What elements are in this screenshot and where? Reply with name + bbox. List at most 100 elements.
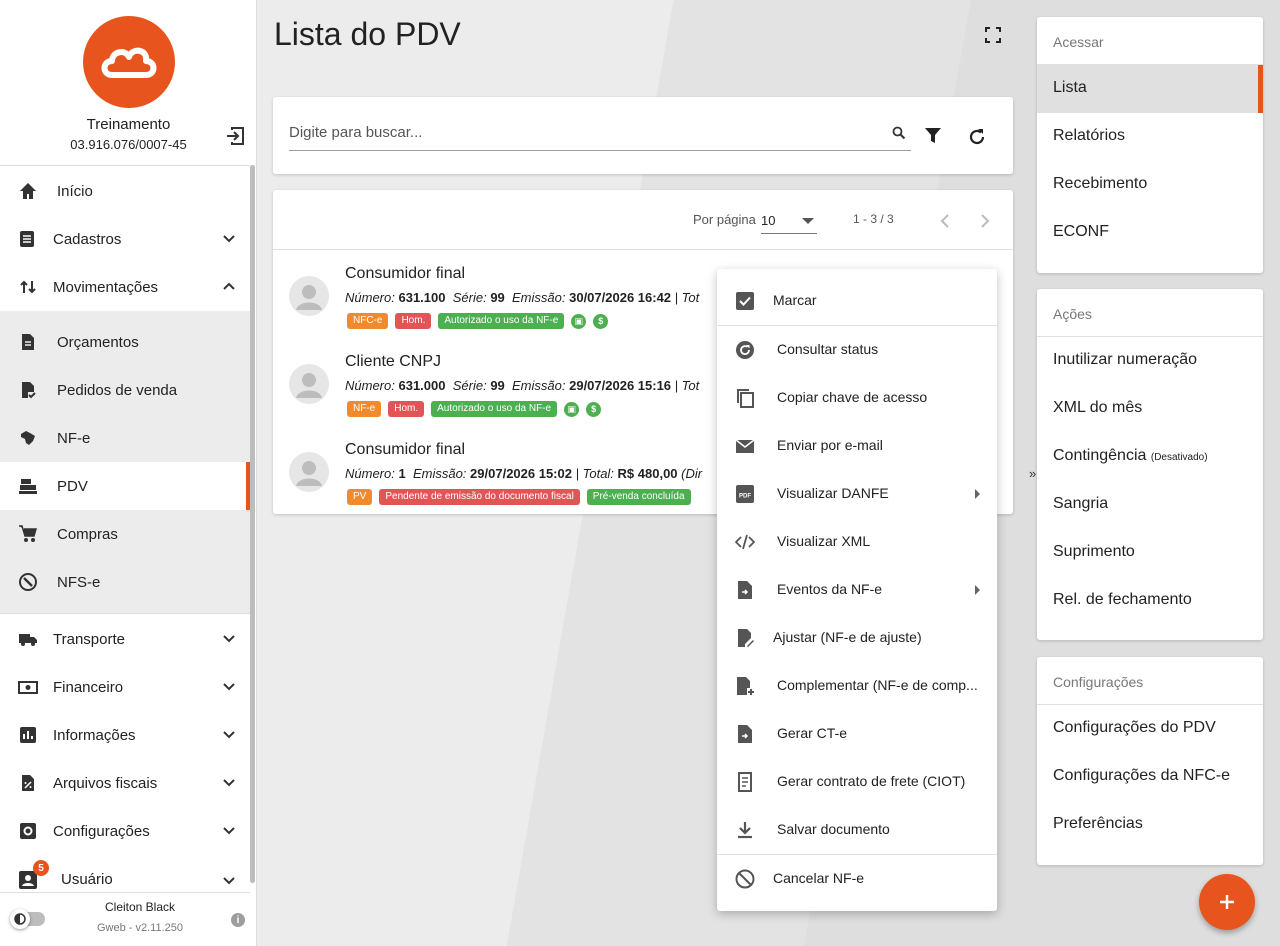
menu-item-label: Gerar contrato de frete (CIOT) — [777, 773, 966, 789]
menu-item-gerar-ciot[interactable]: Gerar contrato de frete (CIOT) — [717, 758, 997, 806]
search-icon[interactable] — [892, 126, 906, 140]
nav-financeiro-label: Financeiro — [53, 678, 124, 696]
menu-item-label: Visualizar DANFE — [777, 485, 889, 501]
block-icon — [735, 869, 755, 889]
menu-item-copiar-chave[interactable]: Copiar chave de acesso — [717, 374, 997, 422]
calendar-badge-icon: ▣ — [571, 313, 587, 329]
cart-icon — [18, 524, 38, 544]
menu-item-visualizar-xml[interactable]: Visualizar XML — [717, 518, 997, 566]
nav-transporte[interactable]: Transporte — [0, 615, 250, 663]
panel-acoes: Ações Inutilizar numeração XML do mês Co… — [1037, 289, 1263, 640]
row-meta: Número: 631.100 Série: 99 Emissão: 30/07… — [345, 290, 700, 305]
nav-arquivos-label: Arquivos fiscais — [53, 774, 158, 792]
collapse-panel-icon[interactable]: » — [1029, 466, 1036, 481]
menu-item-marcar[interactable]: Marcar — [717, 277, 997, 325]
receipt-icon — [735, 772, 755, 792]
sidebar-item-label: PDV — [57, 477, 88, 495]
panel-link-config-pdv[interactable]: Configurações do PDV — [1037, 705, 1263, 753]
next-page-icon[interactable] — [977, 212, 993, 230]
percent-file-icon — [18, 773, 38, 793]
divider — [0, 613, 250, 614]
notification-badge: 5 — [33, 860, 49, 876]
per-page-value: 10 — [761, 213, 776, 228]
nav-movimentacoes[interactable]: Movimentações — [0, 263, 250, 311]
nav-inicio[interactable]: Início — [0, 167, 250, 215]
switch-company-icon[interactable] — [224, 126, 246, 146]
dollar-badge-icon: $ — [593, 313, 609, 329]
panel-link-contingencia[interactable]: Contingência (Desativado) — [1037, 433, 1263, 481]
menu-item-gerar-cte[interactable]: Gerar CT-e — [717, 710, 997, 758]
add-button[interactable] — [1199, 874, 1255, 930]
menu-item-cancelar-nfe[interactable]: Cancelar NF-e — [717, 855, 997, 903]
refresh-icon[interactable] — [967, 127, 987, 147]
code-icon — [735, 532, 755, 552]
menu-item-enviar-email[interactable]: Enviar por e-mail — [717, 422, 997, 470]
chevron-down-icon — [221, 632, 237, 646]
sidebar-item-pedidos[interactable]: Pedidos de venda — [0, 366, 250, 414]
nav-financeiro[interactable]: Financeiro — [0, 663, 250, 711]
pdf-icon: PDF — [735, 484, 755, 504]
sidebar-item-nfse[interactable]: NFS-e — [0, 558, 250, 606]
panel-link-preferencias[interactable]: Preferências — [1037, 801, 1263, 849]
row-meta: Número: 1 Emissão: 29/07/2026 15:02 | To… — [345, 466, 703, 481]
sidebar-item-pdv[interactable]: PDV — [0, 462, 250, 510]
per-page-select[interactable]: 10 — [761, 208, 817, 234]
theme-toggle[interactable] — [10, 909, 45, 929]
panel-acessar: Acessar Lista Relatórios Recebimento ECO… — [1037, 17, 1263, 273]
page-title: Lista do PDV — [274, 16, 461, 52]
sidebar-item-compras[interactable]: Compras — [0, 510, 250, 558]
home-icon — [18, 181, 38, 201]
panel-heading: Ações — [1053, 306, 1092, 322]
row-tags: NF-e Hom. Autorizado o uso da NF-e ▣ $ — [347, 401, 602, 417]
menu-item-consultar-status[interactable]: Consultar status — [717, 326, 997, 374]
chevron-down-icon — [221, 680, 237, 694]
panel-link-inutilizar[interactable]: Inutilizar numeração — [1037, 337, 1263, 385]
chevron-down-icon — [221, 728, 237, 742]
cloud-logo-icon — [101, 47, 157, 78]
panel-link-suprimento[interactable]: Suprimento — [1037, 529, 1263, 577]
panel-link-econf[interactable]: ECONF — [1037, 209, 1263, 257]
panel-link-fechamento[interactable]: Rel. de fechamento — [1037, 577, 1263, 625]
document-icon — [18, 332, 38, 352]
menu-item-salvar-documento[interactable]: Salvar documento — [717, 806, 997, 854]
nav-cadastros[interactable]: Cadastros — [0, 215, 250, 263]
search-card — [273, 97, 1013, 174]
panel-link-lista[interactable]: Lista — [1037, 65, 1263, 113]
status-badge: Autorizado o uso da NF-e — [431, 401, 558, 417]
menu-item-label: Marcar — [773, 292, 817, 308]
company-logo[interactable] — [83, 16, 175, 108]
menu-item-visualizar-danfe[interactable]: PDF Visualizar DANFE — [717, 470, 997, 518]
filter-icon[interactable] — [924, 127, 942, 145]
sidebar-item-nfe[interactable]: NF-e — [0, 414, 250, 462]
submenu-arrow-icon — [975, 489, 980, 499]
fullscreen-icon[interactable] — [985, 27, 1001, 43]
nav-informacoes[interactable]: Informações — [0, 711, 250, 759]
menu-item-label: Consultar status — [777, 341, 879, 357]
footer-version: Gweb - v2.11.250 — [96, 922, 183, 934]
divider — [273, 249, 1013, 250]
movimentacoes-submenu: Orçamentos Pedidos de venda NF-e PDV Com… — [0, 311, 250, 613]
panel-link-sangria[interactable]: Sangria — [1037, 481, 1263, 529]
environment-badge: Hom. — [388, 401, 425, 417]
previous-page-icon[interactable] — [937, 212, 953, 230]
panel-link-relatorios[interactable]: Relatórios — [1037, 113, 1263, 161]
sidebar-footer: Cleiton Black Gweb - v2.11.250 i — [0, 892, 250, 946]
nav-configuracoes[interactable]: Configurações — [0, 807, 250, 855]
nav-inicio-label: Início — [57, 182, 93, 200]
menu-item-ajustar[interactable]: Ajustar (NF-e de ajuste) — [717, 614, 997, 662]
download-icon — [735, 820, 755, 840]
sidebar-item-label: NFS-e — [57, 573, 101, 591]
sidebar: Treinamento 03.916.076/0007-45 Início Ca… — [0, 0, 257, 946]
panel-link-config-nfce[interactable]: Configurações da NFC-e — [1037, 753, 1263, 801]
panel-link-xml-mes[interactable]: XML do mês — [1037, 385, 1263, 433]
calendar-badge-icon: ▣ — [564, 401, 580, 417]
menu-item-eventos-nfe[interactable]: Eventos da NF-e — [717, 566, 997, 614]
nav-arquivos-fiscais[interactable]: Arquivos fiscais — [0, 759, 250, 807]
panel-link-recebimento[interactable]: Recebimento — [1037, 161, 1263, 209]
info-icon[interactable]: i — [231, 913, 245, 927]
plus-icon — [1220, 895, 1234, 909]
sidebar-item-orcamentos[interactable]: Orçamentos — [0, 318, 250, 366]
search-input[interactable] — [289, 115, 911, 151]
sidebar-scrollbar[interactable] — [250, 165, 255, 883]
menu-item-complementar[interactable]: Complementar (NF-e de comp... — [717, 662, 997, 710]
